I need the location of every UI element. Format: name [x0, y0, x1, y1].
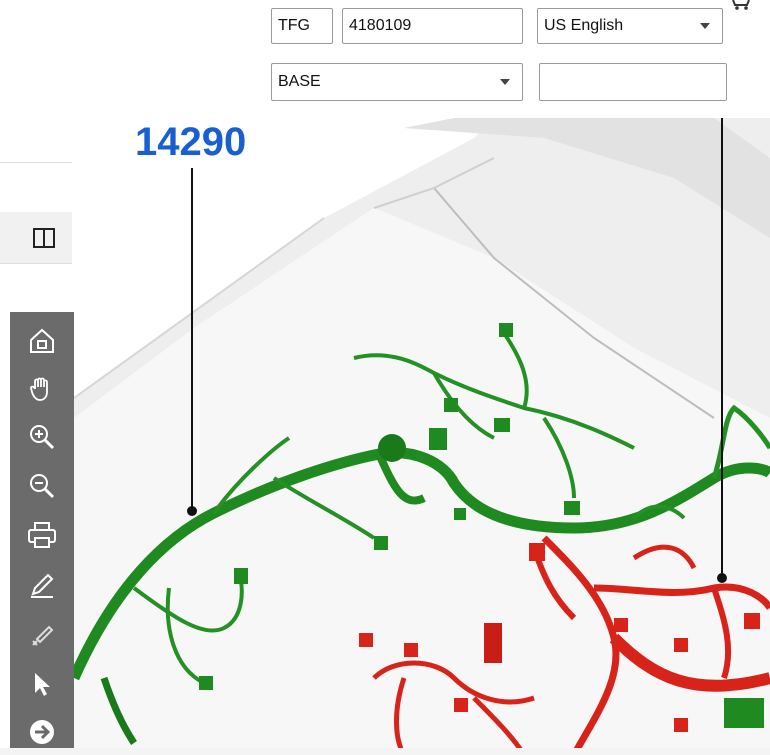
harness-drawing[interactable] [74, 118, 770, 755]
divider [0, 162, 72, 163]
pointer-icon[interactable] [24, 666, 60, 702]
zoom-in-icon[interactable] [24, 419, 60, 455]
pen-icon[interactable] [24, 567, 60, 603]
language-select[interactable]: US English [537, 8, 723, 44]
extra-field[interactable] [539, 63, 727, 101]
eraser-icon[interactable] [24, 616, 60, 652]
print-icon[interactable] [24, 517, 60, 553]
number-field[interactable]: 4180109 [342, 8, 523, 44]
code-field[interactable]: TFG [271, 8, 333, 44]
chevron-down-icon [700, 23, 710, 29]
option-select[interactable]: BASE [271, 63, 523, 101]
next-arrow-icon[interactable] [24, 714, 60, 750]
code-field-value: TFG [278, 17, 310, 34]
viewer-toolbar [10, 312, 74, 755]
option-select-value: BASE [278, 73, 321, 90]
chevron-down-icon [500, 79, 510, 85]
home-icon[interactable] [24, 322, 60, 358]
split-panel-icon[interactable] [31, 226, 57, 250]
pan-hand-icon[interactable] [24, 370, 60, 406]
status-strip [0, 748, 770, 755]
cart-icon[interactable] [730, 0, 752, 10]
zoom-out-icon[interactable] [24, 468, 60, 504]
number-field-value: 4180109 [349, 17, 412, 34]
divider [0, 263, 72, 264]
callout-part-number[interactable]: 14290 [135, 120, 246, 165]
language-select-value: US English [544, 17, 624, 34]
